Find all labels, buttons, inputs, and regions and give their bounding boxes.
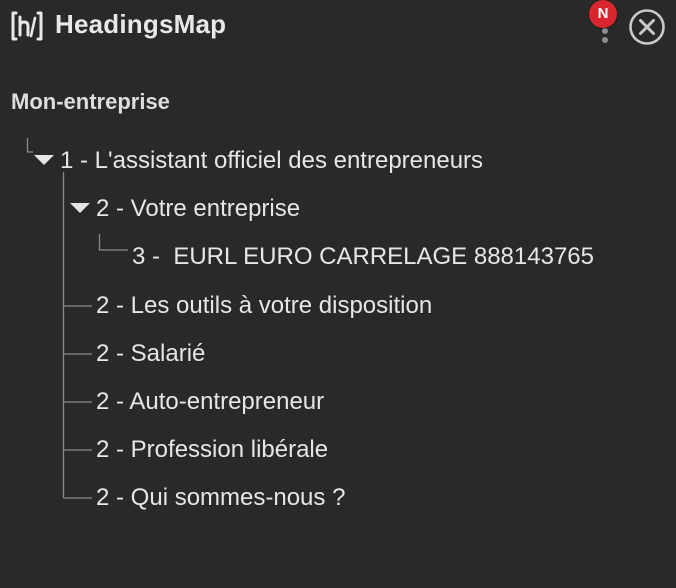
page-title: Mon-entreprise [11, 89, 170, 114]
heading-h3-eurl[interactable]: 3 - EURL EURO CARRELAGE 888143765 [132, 243, 594, 271]
notification-badge[interactable]: N [589, 0, 617, 28]
kebab-menu-icon[interactable] [600, 28, 610, 46]
collapse-arrow-icon[interactable] [33, 152, 55, 168]
headingsmap-logo-icon [11, 11, 43, 41]
heading-h2-auto-entrepreneur[interactable]: 2 - Auto-entrepreneur [96, 388, 324, 416]
collapse-arrow-icon[interactable] [69, 200, 91, 216]
heading-h2-profession-liberale[interactable]: 2 - Profession libérale [96, 436, 328, 464]
heading-h2-salarie[interactable]: 2 - Salarié [96, 340, 205, 368]
close-icon[interactable] [628, 8, 666, 46]
heading-h2-votre-entreprise[interactable]: 2 - Votre entreprise [96, 195, 300, 223]
heading-h2-qui-sommes-nous[interactable]: 2 - Qui sommes-nous ? [96, 484, 345, 512]
app-title: HeadingsMap [55, 9, 227, 39]
heading-h2-outils[interactable]: 2 - Les outils à votre disposition [96, 292, 432, 320]
heading-h1[interactable]: 1 - L'assistant officiel des entrepreneu… [60, 147, 483, 175]
panel-header: HeadingsMap N [0, 0, 676, 56]
